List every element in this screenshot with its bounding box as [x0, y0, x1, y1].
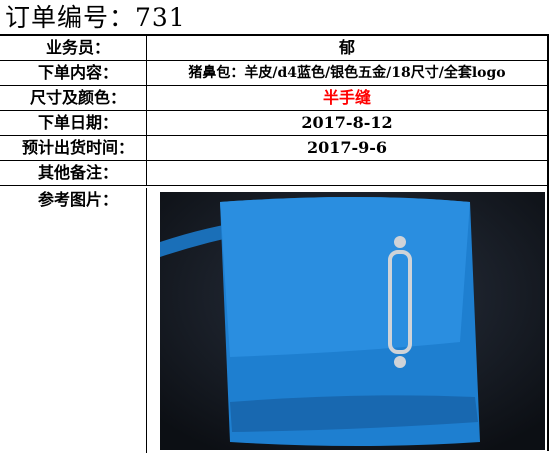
order-title: 订单编号：731	[5, 3, 186, 32]
row-salesperson: 业务员：郁	[0, 36, 547, 61]
order-table: 业务员：郁 下单内容： 猪鼻包：羊皮/d4蓝色/银色五金/18尺寸/全套logo …	[0, 34, 549, 453]
row-ship-date: 预计出货时间： 2017-9-6	[0, 136, 547, 161]
label: 下单日期：	[0, 111, 147, 135]
label: 预计出货时间：	[0, 136, 147, 160]
row-notes: 其他备注：	[0, 161, 547, 186]
row-size-color: 尺寸及颜色： 半手缝	[0, 86, 547, 111]
value[interactable]	[147, 161, 547, 185]
value[interactable]: 2017-8-12	[147, 111, 547, 135]
row-order-content: 下单内容： 猪鼻包：羊皮/d4蓝色/银色五金/18尺寸/全套logo	[0, 61, 547, 86]
reference-photo	[160, 192, 545, 450]
value[interactable]: 半手缝	[147, 86, 547, 110]
label: 下单内容：	[0, 61, 147, 85]
label: 参考图片：	[0, 188, 147, 453]
value[interactable]: 郁	[147, 36, 547, 60]
value[interactable]: 2017-9-6	[147, 136, 547, 160]
label: 其他备注：	[0, 161, 147, 185]
row-order-date: 下单日期： 2017-8-12	[0, 111, 547, 136]
label: 尺寸及颜色：	[0, 86, 147, 110]
value[interactable]: 猪鼻包：羊皮/d4蓝色/银色五金/18尺寸/全套logo	[147, 61, 547, 85]
label: 业务员：	[0, 36, 147, 60]
